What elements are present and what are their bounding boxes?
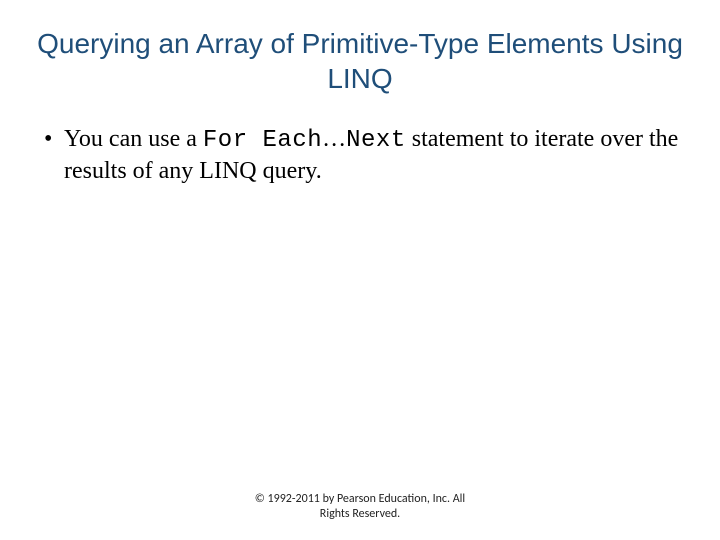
ellipsis: … xyxy=(322,126,346,152)
code-for: For xyxy=(203,127,248,154)
footer-line-1: © 1992-2011 by Pearson Education, Inc. A… xyxy=(0,492,720,507)
bullet-item: You can use a For Each…Next statement to… xyxy=(40,124,688,187)
code-next: Next xyxy=(346,127,406,154)
footer: © 1992-2011 by Pearson Education, Inc. A… xyxy=(0,492,720,522)
code-each: Each xyxy=(263,127,323,154)
bullet-list: You can use a For Each…Next statement to… xyxy=(32,124,688,187)
footer-line-2: Rights Reserved. xyxy=(0,507,720,522)
bullet-text-pre: You can use a xyxy=(64,126,203,152)
slide-title: Querying an Array of Primitive-Type Elem… xyxy=(32,26,688,96)
code-space xyxy=(248,127,263,154)
